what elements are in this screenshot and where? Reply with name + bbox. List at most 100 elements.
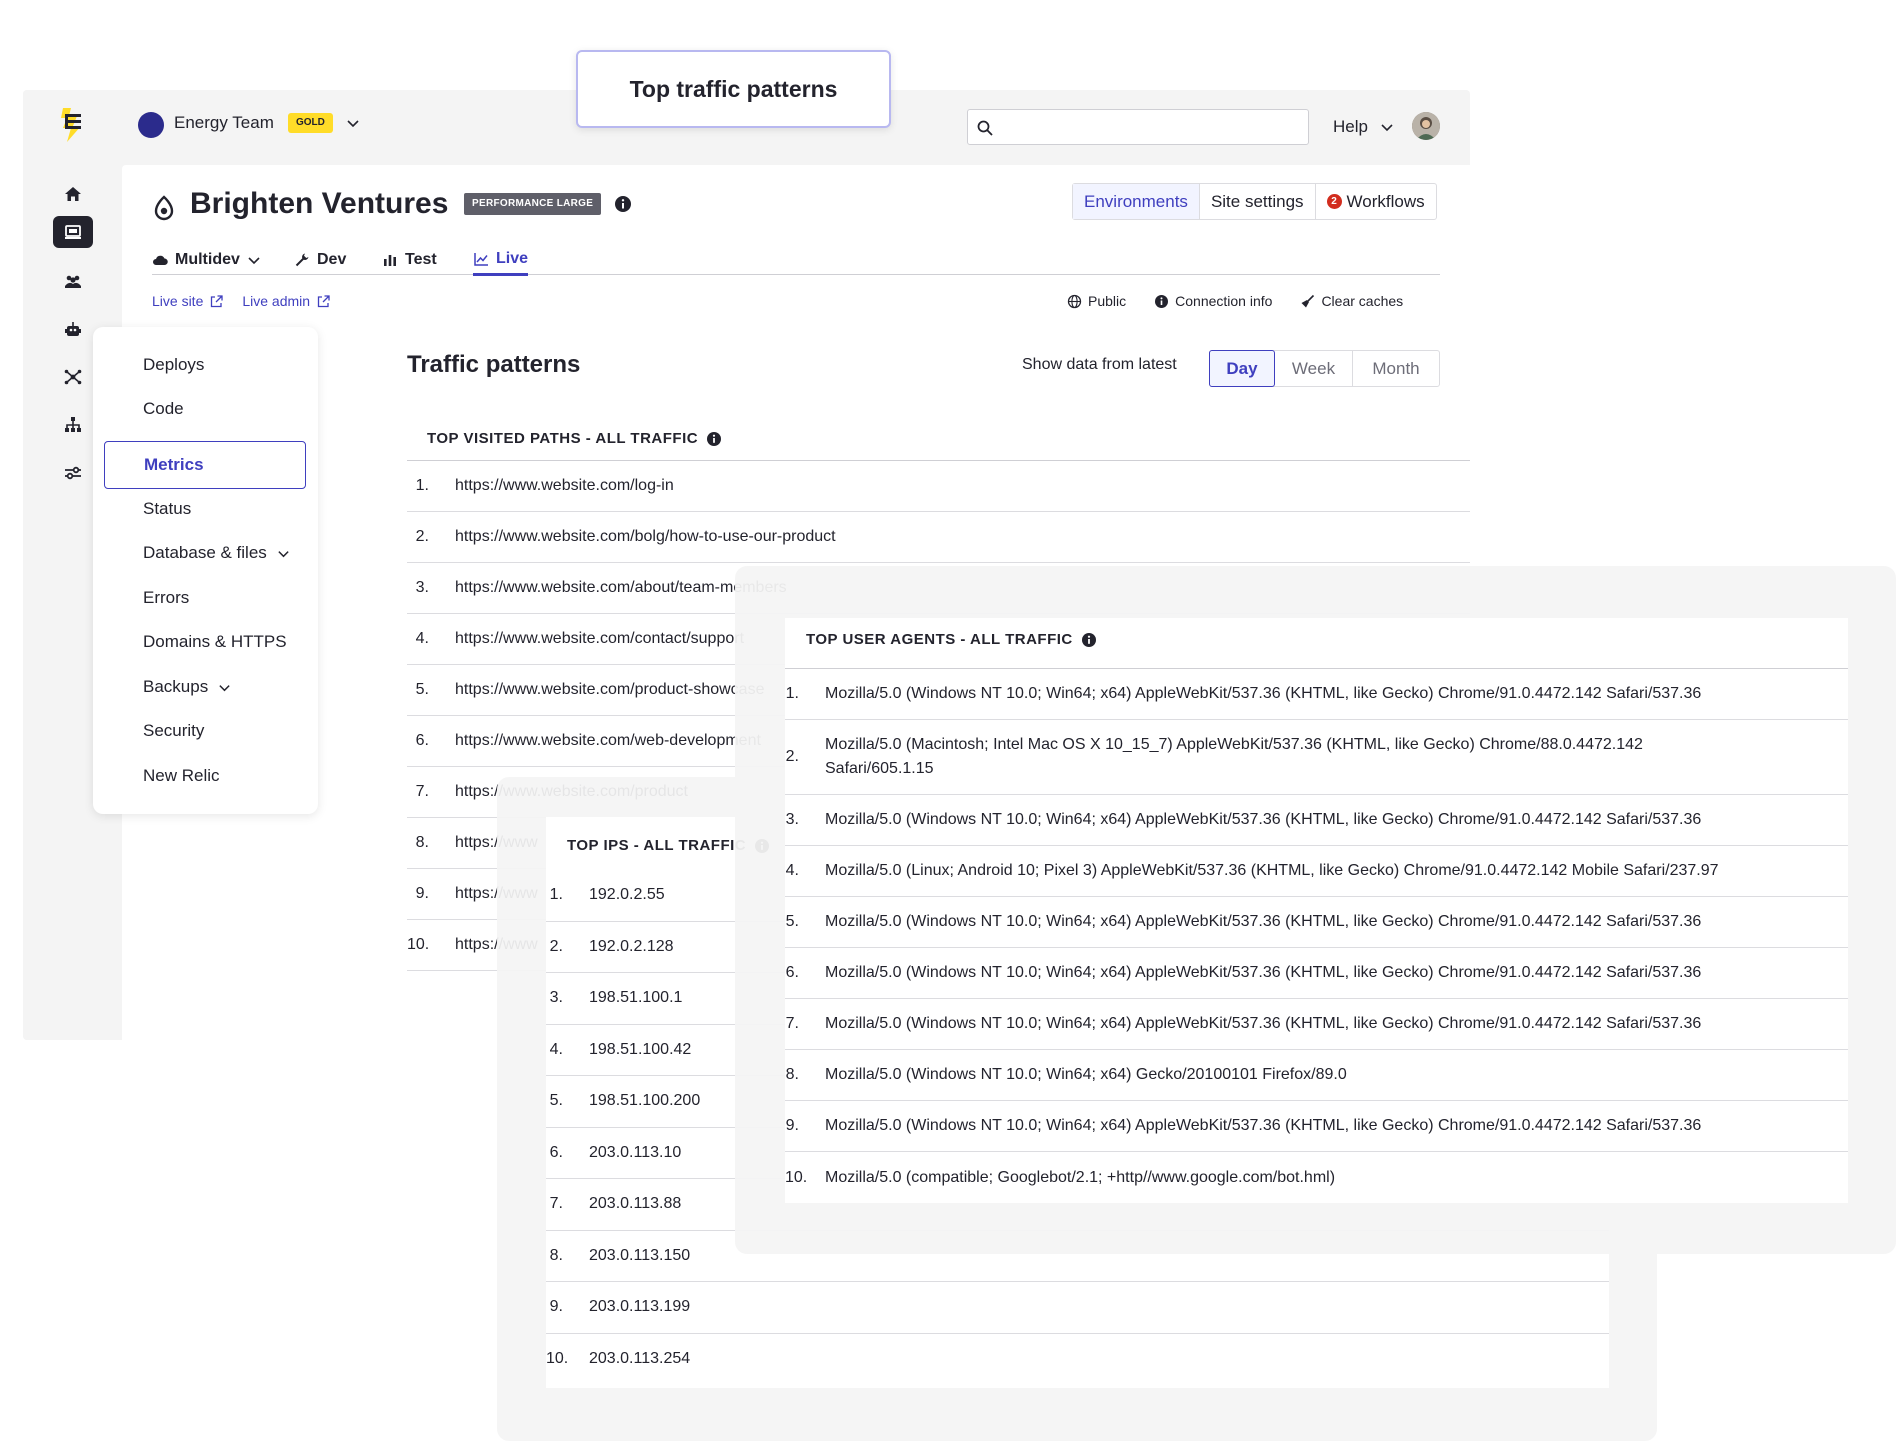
table-row[interactable]: 10. Mozilla/5.0 (compatible; Googlebot/2.…: [785, 1152, 1848, 1203]
row-number: 1.: [415, 477, 429, 494]
env-tab-test[interactable]: Test: [382, 245, 437, 275]
sites-icon[interactable]: [53, 216, 93, 248]
subnav-item-errors[interactable]: Errors: [143, 588, 189, 608]
range-month-button[interactable]: Month: [1353, 351, 1439, 386]
help-menu[interactable]: Help: [1333, 117, 1368, 137]
settings-sliders-icon[interactable]: [53, 457, 93, 489]
tab-workflows[interactable]: 2 Workflows: [1316, 184, 1436, 219]
row-number: 10.: [546, 1350, 569, 1368]
chevron-down-icon[interactable]: [1380, 120, 1394, 134]
workflow-count-badge: 2: [1326, 194, 1342, 209]
environment-links: Live site Live admin: [152, 291, 331, 311]
home-icon[interactable]: [53, 178, 93, 210]
env-tab-dev[interactable]: Dev: [294, 245, 346, 275]
team-icon[interactable]: [53, 265, 93, 297]
clear-caches-button[interactable]: Clear caches: [1300, 291, 1403, 311]
pantheon-logo-icon[interactable]: [57, 104, 89, 144]
row-number: 6.: [785, 964, 799, 981]
live-site-link[interactable]: Live site: [152, 291, 224, 311]
subnav-item-code[interactable]: Code: [143, 399, 184, 419]
top-agents-panel: TOP USER AGENTS - ALL TRAFFIC 1. Mozilla/…: [735, 566, 1896, 1254]
row-number: 2.: [549, 937, 563, 955]
table-header: TOP USER AGENTS - ALL TRAFFIC: [806, 631, 1097, 648]
range-day-button[interactable]: Day: [1209, 350, 1275, 387]
tab-site-settings[interactable]: Site settings: [1200, 184, 1316, 219]
info-icon[interactable]: [706, 431, 722, 447]
bar-chart-icon: [384, 255, 396, 266]
environment-actions: Public Connection info Clear caches: [1067, 291, 1403, 311]
team-name[interactable]: Energy Team: [174, 113, 274, 133]
subnav-item-security[interactable]: Security: [143, 721, 204, 741]
subnav-item-database-files[interactable]: Database & files: [143, 543, 290, 563]
subnav-item-metrics[interactable]: Metrics: [104, 441, 306, 489]
table-row[interactable]: 10. 203.0.113.254: [546, 1334, 1609, 1386]
env-tab-multidev[interactable]: Multidev: [152, 245, 261, 275]
table-row[interactable]: 9. 203.0.113.199: [546, 1282, 1609, 1334]
cloud-icon: [153, 255, 168, 265]
integrations-icon[interactable]: [53, 361, 93, 393]
chevron-down-icon[interactable]: [218, 681, 231, 694]
user-avatar[interactable]: [1412, 112, 1440, 140]
table-row[interactable]: 1. Mozilla/5.0 (Windows NT 10.0; Win64; x…: [785, 669, 1848, 720]
tab-environments[interactable]: Environments: [1073, 184, 1200, 219]
line-chart-icon: [474, 253, 488, 266]
row-number: 5.: [415, 681, 429, 698]
org-chart-icon[interactable]: [53, 409, 93, 441]
search-input[interactable]: [1002, 114, 1302, 140]
row-number: 3.: [549, 989, 563, 1007]
row-number: 9.: [785, 1117, 799, 1134]
table-row[interactable]: 5. Mozilla/5.0 (Windows NT 10.0; Win64; x…: [785, 897, 1848, 948]
row-number: 3.: [415, 579, 429, 596]
subnav-item-backups[interactable]: Backups: [143, 677, 231, 697]
info-icon[interactable]: [1081, 632, 1097, 648]
table-row[interactable]: 6. Mozilla/5.0 (Windows NT 10.0; Win64; x…: [785, 948, 1848, 999]
row-number: 10.: [785, 1168, 808, 1186]
table-row[interactable]: 3. Mozilla/5.0 (Windows NT 10.0; Win64; x…: [785, 795, 1848, 846]
team-avatar[interactable]: [138, 112, 164, 138]
row-number: 2.: [785, 748, 799, 765]
top-agents-table: TOP USER AGENTS - ALL TRAFFIC 1. Mozilla/…: [785, 618, 1848, 1203]
row-number: 10.: [407, 936, 430, 953]
row-number: 6.: [549, 1143, 563, 1161]
table-row[interactable]: 7. Mozilla/5.0 (Windows NT 10.0; Win64; x…: [785, 999, 1848, 1050]
range-week-button[interactable]: Week: [1275, 351, 1353, 386]
table-row[interactable]: 1. https://www.website.com/log-in: [407, 461, 1470, 512]
table-row[interactable]: 4. Mozilla/5.0 (Linux; Android 10; Pixel …: [785, 846, 1848, 897]
callout-label: Top traffic patterns: [576, 50, 891, 128]
table-row[interactable]: 9. Mozilla/5.0 (Windows NT 10.0; Win64; x…: [785, 1101, 1848, 1152]
row-number: 4.: [415, 630, 429, 647]
row-value: Mozilla/5.0 (Linux; Android 10; Pixel 3)…: [825, 862, 1719, 879]
row-value: 203.0.113.254: [589, 1350, 691, 1368]
subnav-item-status[interactable]: Status: [143, 499, 191, 519]
row-value: Mozilla/5.0 (Windows NT 10.0; Win64; x64…: [825, 1117, 1702, 1134]
row-value: Mozilla/5.0 (Windows NT 10.0; Win64; x64…: [825, 1015, 1702, 1032]
broom-icon: [1301, 294, 1315, 307]
subnav-item-new-relic[interactable]: New Relic: [143, 766, 220, 786]
row-value: Mozilla/5.0 (compatible; Googlebot/2.1; …: [825, 1168, 1336, 1186]
range-label: Show data from latest: [1022, 356, 1177, 373]
robot-icon[interactable]: [53, 314, 93, 346]
row-number: 5.: [785, 913, 799, 930]
external-link-icon: [211, 294, 224, 307]
plan-badge: PERFORMANCE LARGE: [464, 193, 602, 215]
public-toggle[interactable]: Public: [1067, 291, 1126, 311]
row-value: Mozilla/5.0 (Macintosh; Intel Mac OS X 1…: [825, 736, 1643, 777]
env-tab-live[interactable]: Live: [473, 245, 529, 276]
secondary-nav: Deploys Code Metrics Status Database & files…: [93, 327, 318, 814]
live-admin-link[interactable]: Live admin: [242, 291, 331, 311]
table-row[interactable]: 2. Mozilla/5.0 (Macintosh; Intel Mac OS X…: [785, 720, 1848, 795]
chevron-down-icon[interactable]: [247, 253, 261, 267]
table-row[interactable]: 8. Mozilla/5.0 (Windows NT 10.0; Win64; x…: [785, 1050, 1848, 1101]
search-box[interactable]: [967, 109, 1309, 145]
subnav-item-domains-https[interactable]: Domains & HTTPS: [143, 632, 287, 652]
row-value: 203.0.113.199: [589, 1298, 691, 1316]
info-icon[interactable]: [614, 195, 632, 213]
range-selector: Day Week Month: [1209, 350, 1440, 387]
chevron-down-icon[interactable]: [277, 547, 290, 560]
row-value: Mozilla/5.0 (Windows NT 10.0; Win64; x64…: [825, 964, 1702, 981]
chevron-down-icon[interactable]: [346, 116, 360, 130]
table-row[interactable]: 2. https://www.website.com/bolg/how-to-us…: [407, 512, 1470, 563]
row-number: 3.: [785, 811, 799, 828]
connection-info-button[interactable]: Connection info: [1154, 291, 1272, 311]
subnav-item-deploys[interactable]: Deploys: [143, 355, 204, 375]
